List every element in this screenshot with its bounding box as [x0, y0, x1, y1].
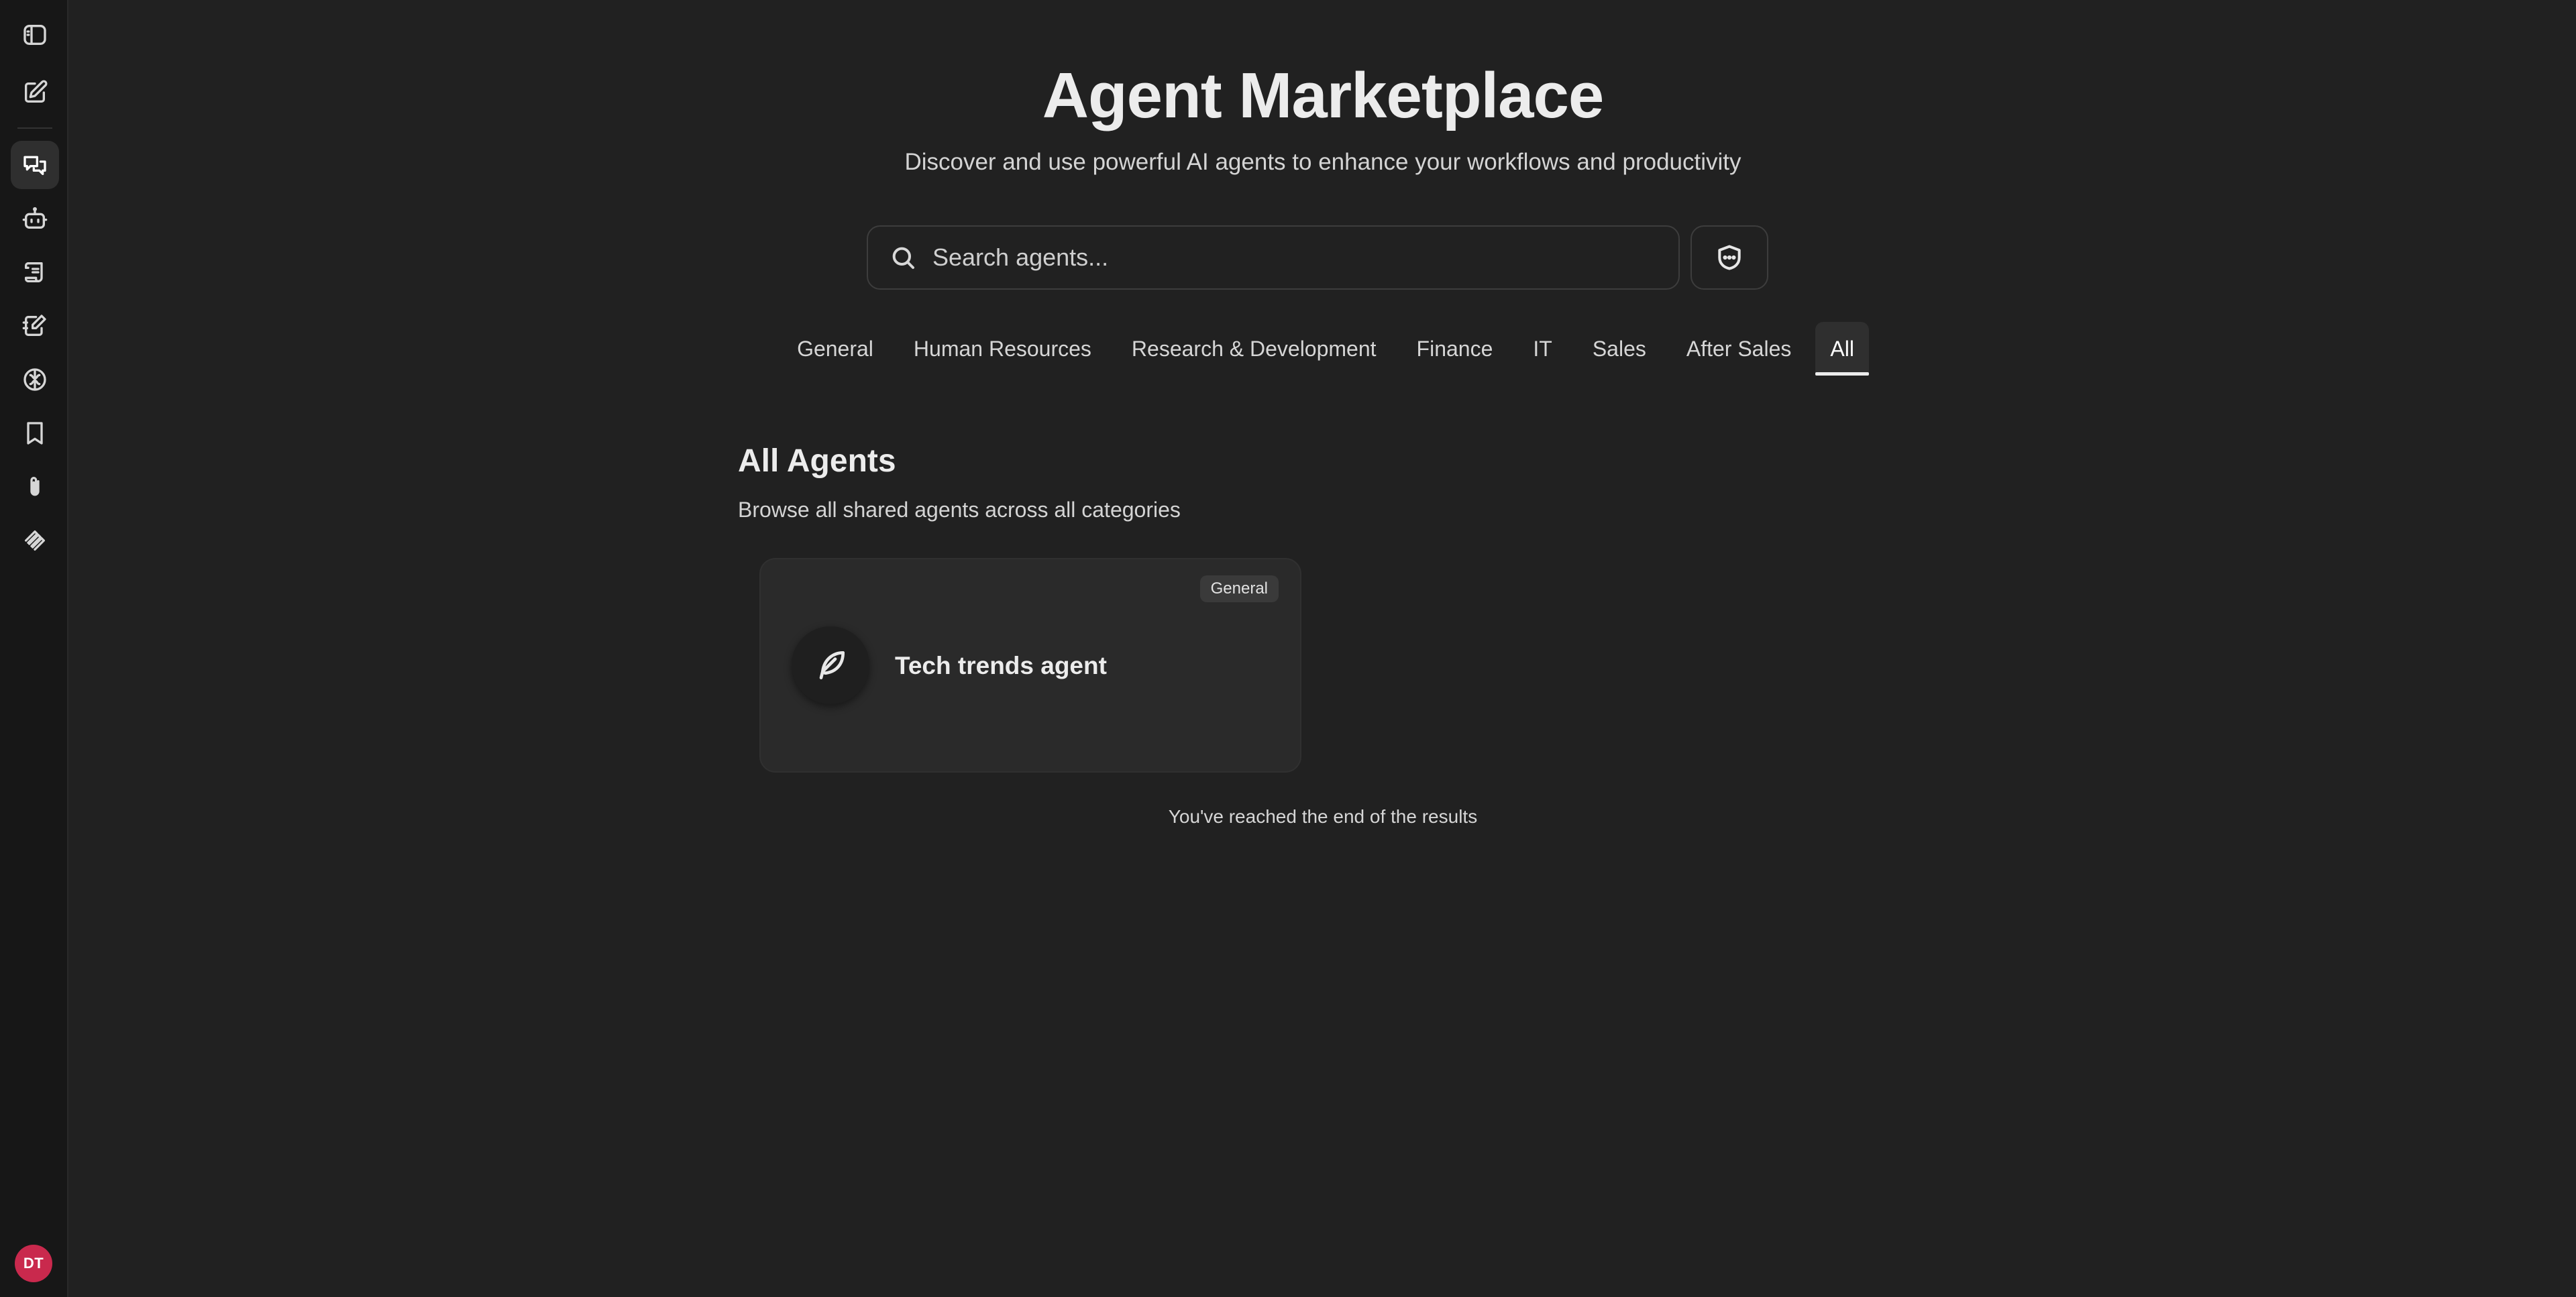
app: DT Agent Marketplace Discover and use po…: [0, 0, 2576, 1297]
tab-it[interactable]: IT: [1513, 322, 1572, 376]
chats-icon[interactable]: [11, 141, 59, 189]
memories-icon[interactable]: [11, 302, 59, 350]
tab-finance[interactable]: Finance: [1397, 322, 1513, 376]
tab-general[interactable]: General: [777, 322, 894, 376]
search-input[interactable]: [932, 227, 1678, 288]
admin-settings-button[interactable]: [1690, 225, 1768, 290]
tab-all[interactable]: All: [1815, 322, 1869, 376]
main-content: Agent Marketplace Discover and use power…: [70, 0, 2576, 1297]
category-badge: General: [1199, 575, 1279, 602]
panel-toggle-icon[interactable]: [11, 11, 59, 59]
bookmarks-icon[interactable]: [11, 409, 59, 457]
mcp-icon[interactable]: [11, 516, 59, 565]
page-title: Agent Marketplace: [1042, 60, 1605, 131]
shield-icon: [1715, 243, 1744, 272]
tab-research-development[interactable]: Research & Development: [1112, 322, 1397, 376]
category-tabs: General Human Resources Research & Devel…: [70, 322, 2576, 376]
user-avatar[interactable]: DT: [15, 1245, 52, 1282]
section-title: All Agents: [738, 443, 896, 479]
tab-sales[interactable]: Sales: [1572, 322, 1666, 376]
agent-name: Tech trends agent: [895, 652, 1107, 679]
rail-divider: [17, 127, 52, 129]
tab-human-resources[interactable]: Human Resources: [894, 322, 1112, 376]
agent-avatar: [792, 626, 869, 704]
sidebar-rail: DT: [0, 0, 68, 1297]
brain-icon[interactable]: [11, 355, 59, 404]
prompts-icon[interactable]: [11, 248, 59, 296]
page-subtitle: Discover and use powerful AI agents to e…: [904, 149, 1741, 175]
end-of-results-text: You've reached the end of the results: [1168, 806, 1478, 827]
agents-icon[interactable]: [11, 194, 59, 243]
agent-card[interactable]: General Tech trends agent: [759, 558, 1301, 773]
attachments-icon[interactable]: [11, 463, 59, 511]
tab-after-sales[interactable]: After Sales: [1666, 322, 1812, 376]
search-bar: [867, 225, 1680, 290]
search-icon: [890, 244, 916, 271]
section-subtitle: Browse all shared agents across all cate…: [738, 498, 1181, 522]
feather-icon: [812, 646, 849, 684]
new-chat-icon[interactable]: [11, 68, 59, 117]
